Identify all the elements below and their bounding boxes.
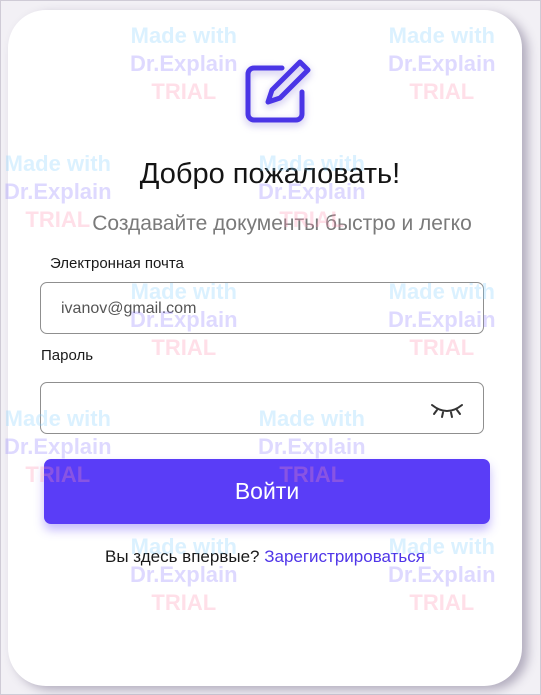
signup-row: Вы здесь впервые? Зарегистрироваться (0, 547, 530, 567)
password-field-box[interactable] (40, 382, 484, 435)
login-button[interactable]: Войти (44, 459, 490, 524)
register-link[interactable]: Зарегистрироваться (264, 547, 425, 566)
email-field-box[interactable] (40, 282, 484, 335)
page-subtitle: Создавайте документы быстро и легко (92, 212, 472, 235)
page-title: Добро пожаловать! (139, 158, 401, 190)
password-label: Пароль (41, 347, 94, 364)
password-field[interactable] (59, 383, 423, 435)
signup-prompt: Вы здесь впервые? (105, 547, 260, 566)
edit-icon (244, 58, 314, 124)
eye-closed-icon[interactable] (429, 397, 465, 421)
email-field[interactable] (59, 283, 423, 335)
email-label: Электронная почта (50, 255, 184, 272)
